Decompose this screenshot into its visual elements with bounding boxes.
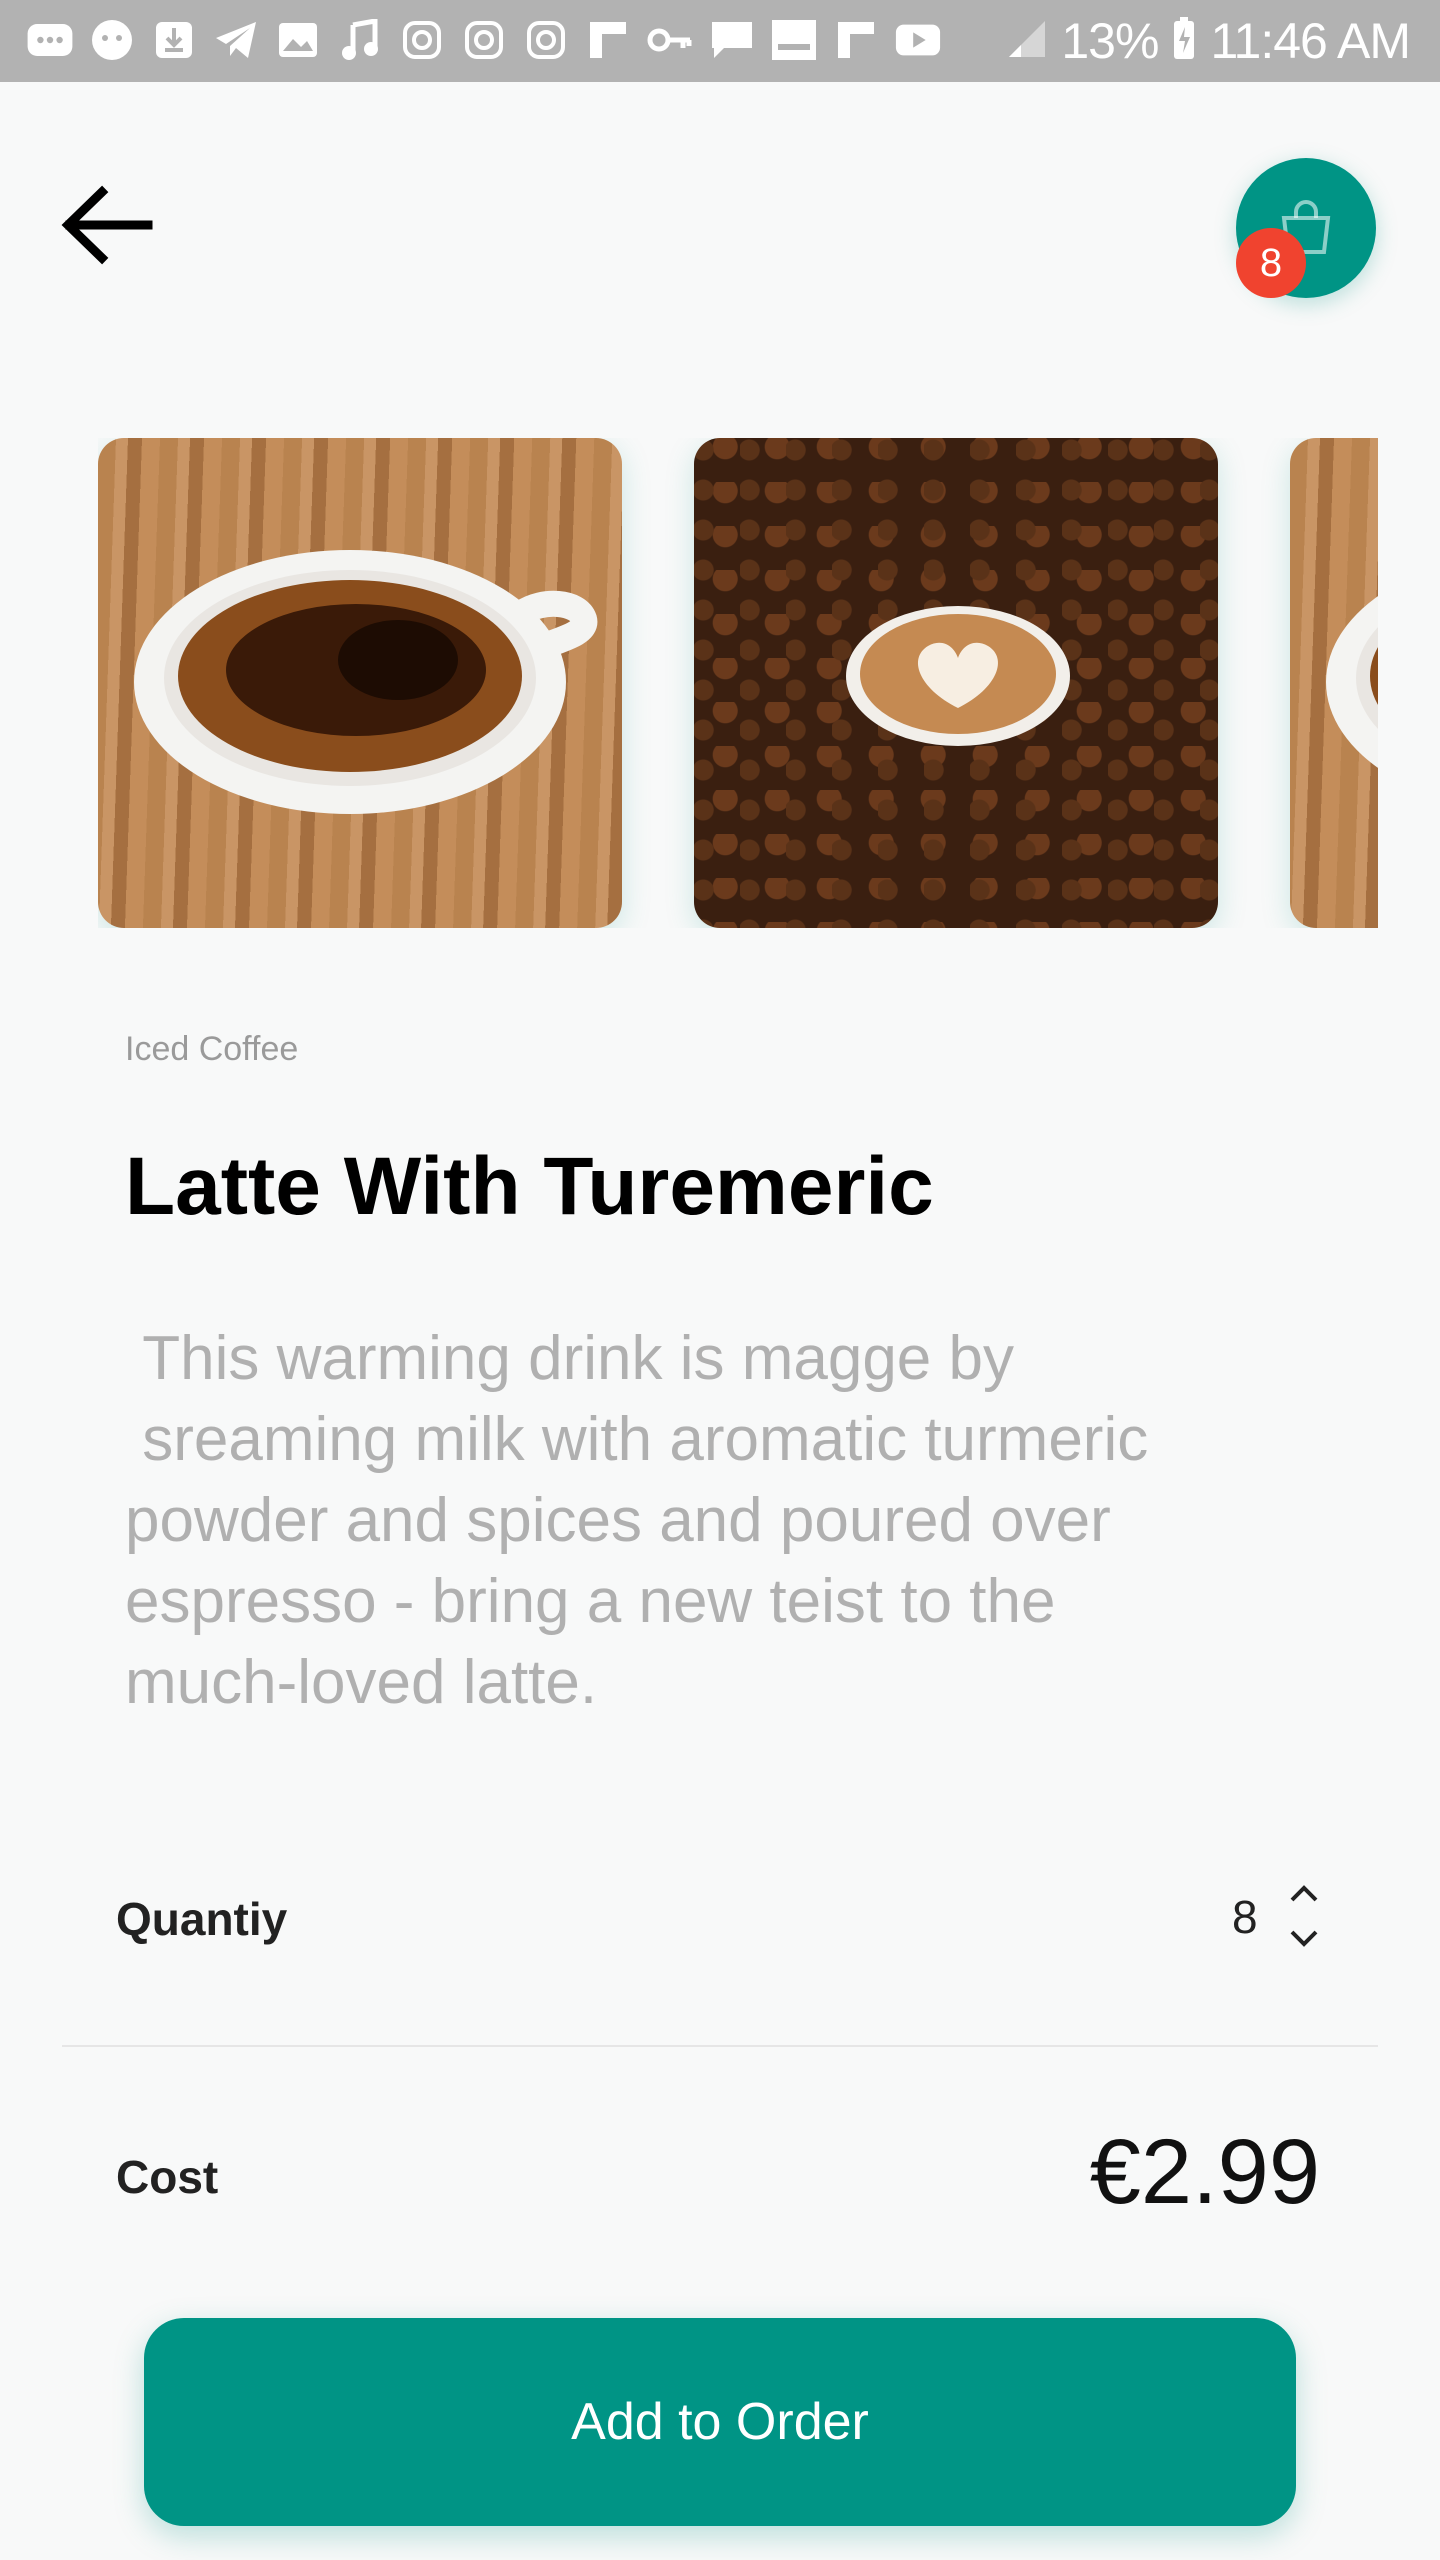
android-icon — [88, 16, 136, 64]
product-image-black-coffee[interactable] — [98, 438, 622, 928]
flipboard-icon — [832, 16, 880, 64]
signal-icon — [1007, 19, 1047, 64]
arrow-left-icon — [61, 185, 153, 265]
status-right: 13% 11:46 AM — [1007, 6, 1411, 76]
product-image-carousel[interactable] — [98, 438, 1378, 928]
instagram-icon — [522, 16, 570, 64]
music-icon — [336, 16, 384, 64]
notification-icons — [26, 16, 942, 64]
instagram-icon — [398, 16, 446, 64]
product-category: Iced Coffee — [125, 1030, 299, 1068]
messages-icon — [26, 16, 74, 64]
gallery-icon — [274, 16, 322, 64]
quantity-stepper[interactable] — [1282, 1880, 1326, 1960]
cart-count-badge: 8 — [1236, 228, 1306, 298]
cost-label: Cost — [116, 2151, 219, 2203]
product-image-black-coffee-2[interactable] — [1290, 438, 1378, 928]
chat-icon — [708, 16, 756, 64]
quantity-label: Quantiy — [116, 1893, 288, 1945]
instagram-icon — [460, 16, 508, 64]
divider — [62, 2045, 1378, 2047]
styli-icon — [770, 16, 818, 64]
status-bar: 13% 11:46 AM — [0, 0, 1440, 82]
add-to-order-button[interactable]: Add to Order — [144, 2318, 1296, 2526]
battery-charging-icon — [1172, 16, 1196, 66]
key-icon — [646, 16, 694, 64]
chevron-down-icon[interactable] — [1290, 1930, 1318, 1947]
back-button[interactable] — [56, 180, 156, 270]
quantity-value: 8 — [1232, 1891, 1258, 1943]
chevron-up-icon[interactable] — [1290, 1885, 1318, 1902]
telegram-icon — [212, 16, 260, 64]
product-description: This warming drink is magge by sreaming … — [125, 1324, 1149, 1717]
download-icon — [150, 16, 198, 64]
cost-value: €2.99 — [1089, 2121, 1320, 2223]
clock: 11:46 AM — [1210, 13, 1411, 69]
flipboard-icon — [584, 16, 632, 64]
battery-percent: 13% — [1061, 13, 1159, 69]
product-title: Latte With Turemeric — [125, 1141, 934, 1232]
youtube-icon — [894, 16, 942, 64]
product-image-latte-art[interactable] — [694, 438, 1218, 928]
